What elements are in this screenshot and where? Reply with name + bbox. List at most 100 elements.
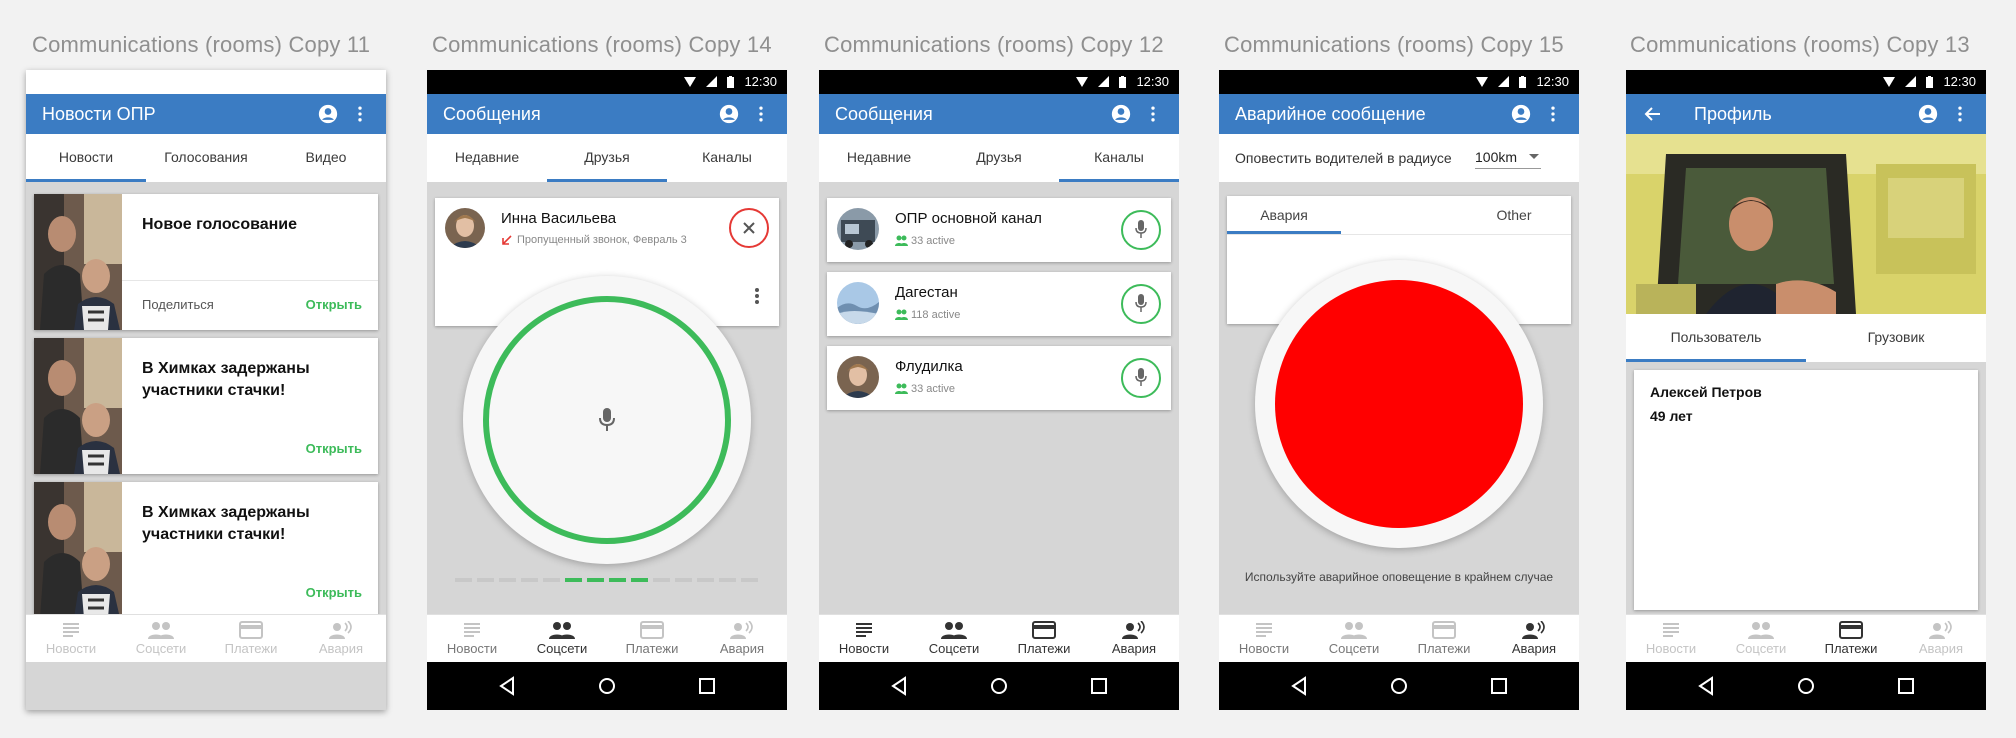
nav-label: Соцсети <box>928 641 980 656</box>
nav-news[interactable]: Новости <box>26 615 116 662</box>
battery-icon <box>727 75 735 88</box>
more-vert-icon[interactable] <box>1950 104 1970 124</box>
news-title: В Химках задержаны участники стачки! <box>142 360 310 399</box>
nav-social[interactable]: Соцсети <box>116 615 206 662</box>
tab-other[interactable]: Other <box>1457 196 1571 234</box>
account-icon[interactable] <box>318 104 338 124</box>
back-triangle-icon[interactable] <box>1696 676 1716 696</box>
tab-friends[interactable]: Друзья <box>547 134 667 182</box>
tab-recent[interactable]: Недавние <box>427 134 547 182</box>
level-segment <box>741 578 758 582</box>
level-segment <box>653 578 670 582</box>
close-button[interactable] <box>729 208 769 248</box>
account-icon[interactable] <box>719 104 739 124</box>
recents-square-icon[interactable] <box>1489 676 1509 696</box>
screen-title: Аварийное сообщение <box>1235 104 1426 124</box>
news-thumbnail <box>34 482 122 618</box>
contact-avatar <box>445 208 485 248</box>
recents-square-icon[interactable] <box>697 676 717 696</box>
nav-label: Авария <box>1511 641 1557 656</box>
news-card[interactable]: В Химках задержаны участники стачки! Отк… <box>34 482 378 618</box>
recents-square-icon[interactable] <box>1089 676 1109 696</box>
news-title: Новое голосование <box>142 216 298 233</box>
home-circle-icon[interactable] <box>1389 676 1409 696</box>
tab-friends[interactable]: Друзья <box>939 134 1059 182</box>
more-vert-icon[interactable] <box>749 286 765 306</box>
tab-user[interactable]: Пользователь <box>1626 314 1806 362</box>
nav-social[interactable]: Соцсети <box>517 615 607 662</box>
screen-title: Сообщения <box>835 104 933 124</box>
back-triangle-icon[interactable] <box>889 676 909 696</box>
news-icon <box>464 623 480 637</box>
artboard-title-5: Communications (rooms) Copy 13 <box>1630 32 1970 57</box>
open-button[interactable]: Открыть <box>306 585 362 600</box>
open-button[interactable]: Открыть <box>306 297 362 312</box>
tab-recent[interactable]: Недавние <box>819 134 939 182</box>
more-vert-icon[interactable] <box>751 104 771 124</box>
recents-square-icon[interactable] <box>1896 676 1916 696</box>
channel-item[interactable]: Флудилка 33 active <box>827 346 1171 410</box>
nav-social[interactable]: Соцсети <box>909 615 999 662</box>
talk-button[interactable] <box>1121 358 1161 398</box>
tab-video[interactable]: Видео <box>266 134 386 182</box>
nav-emergency[interactable]: Авария <box>296 615 386 662</box>
nav-label: Новости <box>838 641 890 656</box>
news-card[interactable]: Новое голосование Поделиться Открыть <box>34 194 378 330</box>
talk-button[interactable] <box>1121 210 1161 250</box>
app-bar: Сообщения <box>427 94 787 134</box>
status-time: 12:30 <box>744 74 777 89</box>
news-icon <box>856 623 872 637</box>
voice-alert-icon <box>329 621 352 639</box>
nav-label: Авария <box>318 641 364 656</box>
back-triangle-icon[interactable] <box>497 676 517 696</box>
back-triangle-icon[interactable] <box>1289 676 1309 696</box>
tab-channels[interactable]: Каналы <box>667 134 787 182</box>
nav-emergency[interactable]: Авария <box>1896 615 1986 662</box>
nav-social[interactable]: Соцсети <box>1309 615 1399 662</box>
nav-payments[interactable]: Платежи <box>607 615 697 662</box>
nav-emergency[interactable]: Авария <box>697 615 787 662</box>
tab-channels[interactable]: Каналы <box>1059 134 1179 182</box>
tab-news[interactable]: Новости <box>26 134 146 182</box>
radius-dropdown[interactable]: 100km <box>1475 147 1541 169</box>
channel-name: Флудилка <box>895 358 963 375</box>
more-vert-icon[interactable] <box>350 104 370 124</box>
nav-news[interactable]: Новости <box>427 615 517 662</box>
account-icon[interactable] <box>1511 104 1531 124</box>
home-circle-icon[interactable] <box>597 676 617 696</box>
tab-truck[interactable]: Грузовик <box>1806 314 1986 362</box>
nav-label: Новости <box>1238 641 1290 656</box>
nav-social[interactable]: Соцсети <box>1716 615 1806 662</box>
nav-payments[interactable]: Платежи <box>1399 615 1489 662</box>
nav-payments[interactable]: Платежи <box>999 615 1089 662</box>
back-arrow-icon[interactable] <box>1642 104 1662 124</box>
profile-info-card: Алексей Петров 49 лет <box>1634 370 1978 610</box>
home-circle-icon[interactable] <box>1796 676 1816 696</box>
channel-item[interactable]: ОПР основной канал 33 active <box>827 198 1171 262</box>
emergency-alarm-button[interactable] <box>1255 260 1543 548</box>
tab-accident[interactable]: Авария <box>1227 196 1341 234</box>
nav-emergency[interactable]: Авария <box>1489 615 1579 662</box>
news-card[interactable]: В Химках задержаны участники стачки! Отк… <box>34 338 378 474</box>
nav-emergency[interactable]: Авария <box>1089 615 1179 662</box>
more-vert-icon[interactable] <box>1143 104 1163 124</box>
microphone-icon <box>1135 220 1147 238</box>
home-circle-icon[interactable] <box>989 676 1009 696</box>
more-vert-icon[interactable] <box>1543 104 1563 124</box>
talk-button[interactable] <box>1121 284 1161 324</box>
push-to-talk-button[interactable] <box>463 276 751 564</box>
nav-label: Платежи <box>224 641 278 656</box>
nav-payments[interactable]: Платежи <box>206 615 296 662</box>
open-button[interactable]: Открыть <box>306 441 362 456</box>
share-button[interactable]: Поделиться <box>142 297 214 312</box>
account-icon[interactable] <box>1918 104 1938 124</box>
channel-item[interactable]: Дагестан 118 active <box>827 272 1171 336</box>
alarm-red-circle <box>1275 280 1523 528</box>
nav-news[interactable]: Новости <box>1219 615 1309 662</box>
nav-news[interactable]: Новости <box>819 615 909 662</box>
nav-news[interactable]: Новости <box>1626 615 1716 662</box>
tab-votes[interactable]: Голосования <box>146 134 266 182</box>
account-icon[interactable] <box>1111 104 1131 124</box>
nav-payments[interactable]: Платежи <box>1806 615 1896 662</box>
bottom-navigation: Новости Соцсети Платежи Авария <box>819 614 1179 662</box>
